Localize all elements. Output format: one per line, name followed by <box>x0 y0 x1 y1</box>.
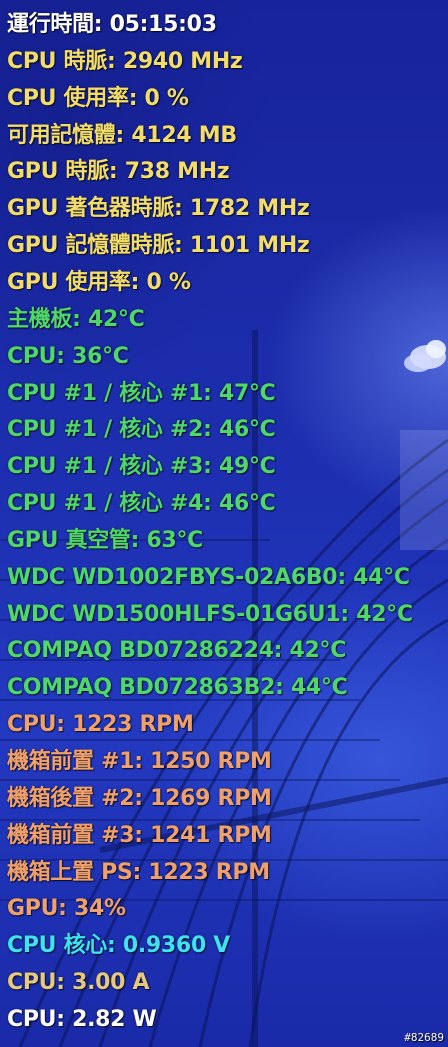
sensor-readout-line: GPU 時脈: 738 MHz <box>7 159 230 185</box>
sensor-readout-line: 機箱前置 #3: 1241 RPM <box>7 822 272 848</box>
sensor-readout-line: COMPAQ BD072863B2: 44°C <box>7 675 348 701</box>
sensor-readout-line: CPU: 36°C <box>7 343 129 369</box>
sensor-readout-line: CPU #1 / 核心 #4: 46°C <box>7 491 276 517</box>
sensor-readout-line: COMPAQ BD07286224: 42°C <box>7 638 347 664</box>
sensor-readout-line: GPU: 34% <box>7 896 126 922</box>
sensor-readout-line: 機箱後置 #2: 1269 RPM <box>7 785 272 811</box>
sensor-readout-line: 主機板: 42°C <box>7 306 145 332</box>
sensor-readout-line: CPU 使用率: 0 % <box>7 85 189 111</box>
sensor-readout-line: GPU 使用率: 0 % <box>7 269 191 295</box>
sensor-readout-line: 機箱上置 PS: 1223 RPM <box>7 859 270 885</box>
sensor-readout-line: CPU: 2.82 W <box>7 1006 157 1032</box>
sensor-readout-line: CPU: 1223 RPM <box>7 712 194 738</box>
sensor-readout-line: CPU 核心: 0.9360 V <box>7 933 231 959</box>
system-monitor-overlay: 運行時間: 05:15:03 CPU 時脈: 2940 MHz CPU 使用率: 0… <box>0 0 448 1047</box>
sensor-readout-line: CPU 時脈: 2940 MHz <box>7 48 243 74</box>
sensor-readout-line: GPU 真空管: 63°C <box>7 527 204 553</box>
sensor-readout-line: 可用記憶體: 4124 MB <box>7 122 237 148</box>
sensor-readout-line: 運行時間: 05:15:03 <box>7 12 217 37</box>
sensor-readout-line: GPU 著色器時脈: 1782 MHz <box>7 196 310 222</box>
sensor-readout-line: GPU 記憶體時脈: 1101 MHz <box>7 233 310 259</box>
watermark-text: #82689 <box>404 1031 444 1044</box>
sensor-readout-line: WDC WD1002FBYS-02A6B0: 44°C <box>7 564 410 590</box>
sensor-readout-line: WDC WD1500HLFS-01G6U1: 42°C <box>7 601 413 627</box>
sensor-readout-line: CPU: 3.00 A <box>7 970 150 996</box>
sensor-readout-line: CPU #1 / 核心 #2: 46°C <box>7 417 276 443</box>
sensor-readout-line: CPU #1 / 核心 #3: 49°C <box>7 454 276 480</box>
sensor-readout-line: 機箱前置 #1: 1250 RPM <box>7 749 272 774</box>
sensor-readout-line: CPU #1 / 核心 #1: 47°C <box>7 380 276 406</box>
